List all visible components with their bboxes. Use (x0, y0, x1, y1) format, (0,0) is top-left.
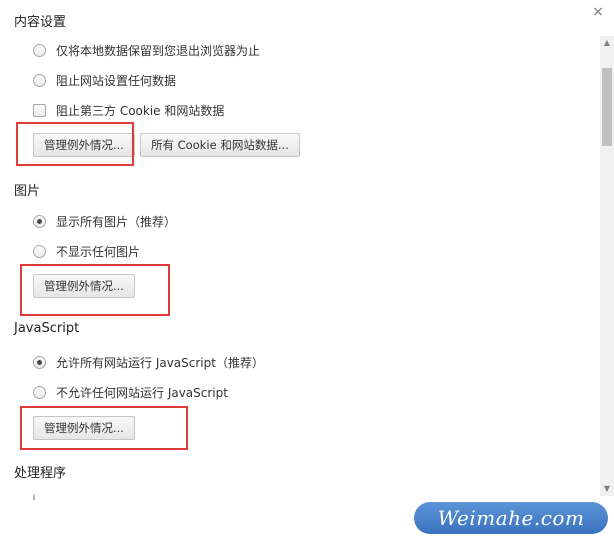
section-title-content-settings: 内容设置 (14, 15, 67, 30)
radio-label: 不显示任何图片 (56, 244, 141, 259)
section-title-images: 图片 (14, 184, 41, 199)
radio-block-javascript[interactable] (33, 385, 46, 399)
radio-keep-local-data[interactable] (33, 43, 46, 57)
radio-row-block-sites[interactable]: 阻止网站设置任何数据 (33, 71, 176, 89)
radio-allow-javascript[interactable] (33, 355, 46, 369)
radio-hide-images[interactable] (33, 244, 46, 258)
scroll-down-arrow-icon[interactable]: ▼ (600, 482, 614, 496)
radio-label: 允许所有网站运行 JavaScript（推荐） (56, 355, 264, 370)
highlight-box-cookies (16, 122, 134, 166)
radio-label: 不允许任何网站运行 JavaScript (56, 385, 228, 400)
scrollbar-thumb[interactable] (602, 68, 612, 146)
radio-partially-visible[interactable] (33, 494, 35, 500)
radio-row-keep-local-data[interactable]: 仅将本地数据保留到您退出浏览器为止 (33, 41, 260, 59)
radio-label: 仅将本地数据保留到您退出浏览器为止 (56, 43, 261, 58)
section-title-handlers: 处理程序 (14, 466, 67, 481)
section-title-javascript: JavaScript (14, 321, 80, 336)
radio-row-block-javascript[interactable]: 不允许任何网站运行 JavaScript (33, 383, 228, 401)
watermark-logo: Weimahe.com (414, 502, 608, 534)
radio-show-images[interactable] (33, 214, 46, 228)
highlight-box-javascript (20, 406, 188, 450)
radio-row-hide-images[interactable]: 不显示任何图片 (33, 242, 140, 260)
content-settings-dialog: × 内容设置 仅将本地数据保留到您退出浏览器为止 阻止网站设置任何数据 阻止第三… (0, 0, 614, 548)
vertical-scrollbar[interactable]: ▲ ▼ (600, 36, 614, 496)
radio-row-cut-off (33, 494, 46, 500)
radio-row-show-images[interactable]: 显示所有图片（推荐） (33, 212, 176, 230)
radio-block-sites[interactable] (33, 73, 46, 87)
scroll-up-arrow-icon[interactable]: ▲ (600, 36, 614, 50)
settings-content: 内容设置 仅将本地数据保留到您退出浏览器为止 阻止网站设置任何数据 阻止第三方 … (0, 0, 600, 500)
all-cookies-button[interactable]: 所有 Cookie 和网站数据... (140, 133, 300, 157)
checkbox-row-block-third-party[interactable]: 阻止第三方 Cookie 和网站数据 (33, 101, 224, 119)
highlight-box-images (20, 264, 170, 316)
checkbox-label: 阻止第三方 Cookie 和网站数据 (56, 103, 225, 118)
radio-label: 显示所有图片（推荐） (56, 214, 177, 229)
radio-row-allow-javascript[interactable]: 允许所有网站运行 JavaScript（推荐） (33, 353, 264, 371)
radio-label: 阻止网站设置任何数据 (56, 73, 177, 88)
checkbox-block-third-party[interactable] (33, 103, 46, 117)
